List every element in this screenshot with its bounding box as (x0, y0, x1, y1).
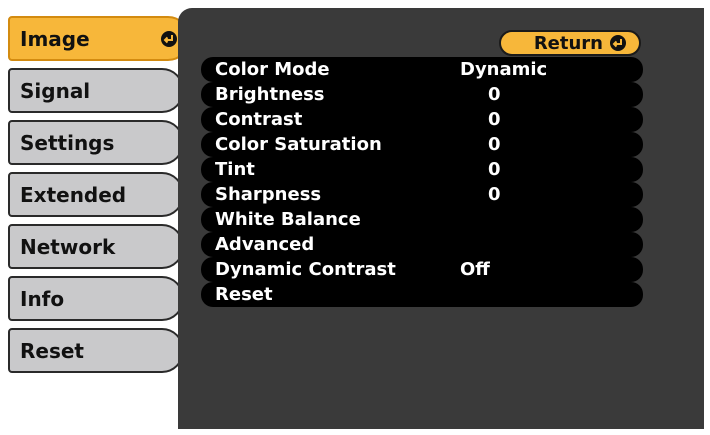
menu-item-value: 0 (488, 109, 501, 130)
menu-item-advanced[interactable]: Advanced (201, 232, 643, 257)
menu-item-label: Brightness (215, 84, 325, 105)
menu-item-color-saturation[interactable]: Color Saturation 0 (201, 132, 643, 157)
enter-icon (161, 30, 177, 47)
menu-item-value: 0 (488, 134, 501, 155)
sidebar-item-extended[interactable]: Extended (8, 172, 184, 217)
sidebar-item-label: Info (20, 286, 65, 311)
menu-item-value: Off (460, 259, 490, 280)
menu-item-label: Dynamic Contrast (215, 259, 396, 280)
menu-item-white-balance[interactable]: White Balance (201, 207, 643, 232)
sidebar-item-image[interactable]: Image (8, 16, 190, 61)
menu-item-label: Advanced (215, 234, 315, 255)
return-button-label: Return (533, 32, 603, 54)
sidebar-item-label: Image (20, 26, 90, 51)
menu-item-value: Dynamic (460, 59, 548, 80)
sidebar-item-settings[interactable]: Settings (8, 120, 184, 165)
menu-item-label: Reset (215, 284, 273, 305)
menu-item-label: Sharpness (215, 184, 322, 205)
sidebar-item-label: Signal (20, 78, 91, 103)
menu-item-value: 0 (488, 159, 501, 180)
menu-item-reset[interactable]: Reset (201, 282, 643, 307)
menu-item-contrast[interactable]: Contrast 0 (201, 107, 643, 132)
menu-item-label: Tint (215, 159, 255, 180)
menu-item-sharpness[interactable]: Sharpness 0 (201, 182, 643, 207)
menu-item-brightness[interactable]: Brightness 0 (201, 82, 643, 107)
sidebar-item-label: Extended (20, 182, 127, 207)
sidebar-item-label: Reset (20, 338, 84, 363)
enter-icon (610, 35, 626, 51)
menu-item-tint[interactable]: Tint 0 (201, 157, 643, 182)
sidebar-item-label: Network (20, 234, 116, 259)
return-button[interactable]: Return (499, 30, 641, 56)
sidebar-item-reset[interactable]: Reset (8, 328, 184, 373)
menu-item-color-mode[interactable]: Color Mode Dynamic (201, 57, 643, 82)
menu-item-label: White Balance (215, 209, 361, 230)
menu-item-label: Color Mode (215, 59, 330, 80)
sidebar-item-signal[interactable]: Signal (8, 68, 184, 113)
menu-item-dynamic-contrast[interactable]: Dynamic Contrast Off (201, 257, 643, 282)
sidebar-item-network[interactable]: Network (8, 224, 184, 269)
menu-item-label: Contrast (215, 109, 303, 130)
sidebar-item-label: Settings (20, 130, 115, 155)
menu-item-label: Color Saturation (215, 134, 382, 155)
menu-item-value: 0 (488, 184, 501, 205)
sidebar-item-info[interactable]: Info (8, 276, 184, 321)
menu-item-value: 0 (488, 84, 501, 105)
